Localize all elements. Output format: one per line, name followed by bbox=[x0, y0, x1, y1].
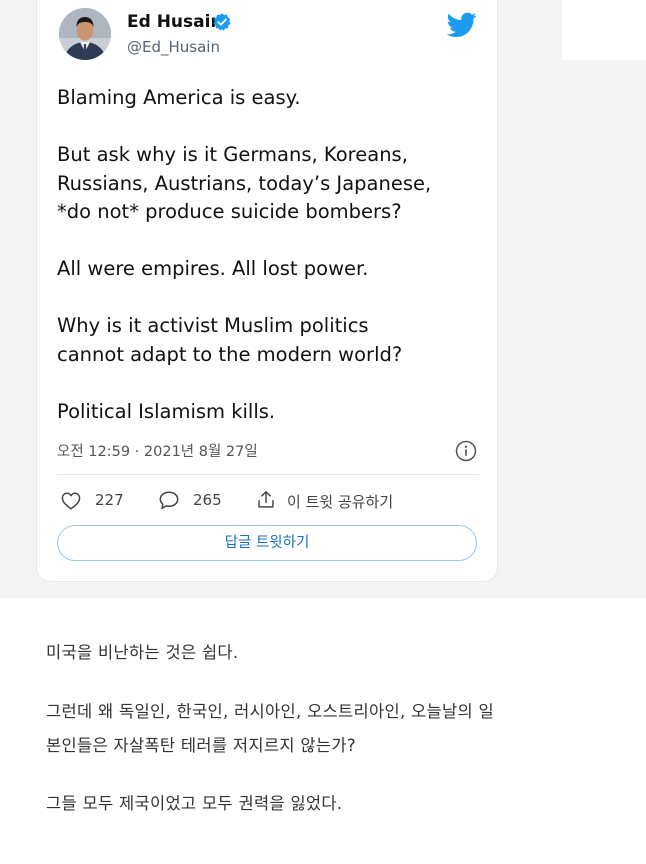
author-name[interactable]: Ed Husain bbox=[127, 12, 223, 32]
verified-badge-icon bbox=[213, 13, 231, 31]
twitter-bird-icon[interactable] bbox=[447, 12, 477, 38]
tweet-text-line: Why is it activist Muslim politics bbox=[57, 314, 369, 337]
translation-line: 그런데 왜 독일인, 한국인, 러시아인, 오스트리아인, 오늘날의 일 bbox=[46, 702, 494, 721]
tweet-text-line: Political Islamism kills. bbox=[57, 400, 276, 423]
like-count: 227 bbox=[95, 491, 124, 509]
background-patch bbox=[562, 0, 646, 60]
tweet-text-line: Russians, Austrians, today’s Japanese, bbox=[57, 171, 432, 195]
tweet-text-line: All were empires. All lost power. bbox=[57, 257, 369, 280]
avatar-photo bbox=[59, 8, 111, 60]
tweet-card: Ed Husain @Ed_Husain Blaming America is … bbox=[36, 0, 498, 582]
author-handle[interactable]: @Ed_Husain bbox=[127, 38, 220, 56]
tweet-text-line: cannot adapt to the modern world? bbox=[57, 342, 403, 366]
info-icon[interactable] bbox=[455, 440, 477, 462]
translation-line: 그들 모두 제국이었고 모두 권력을 잃었다. bbox=[46, 794, 343, 813]
reply-tweet-button[interactable]: 답글 트윗하기 bbox=[57, 525, 477, 561]
avatar[interactable] bbox=[59, 8, 111, 60]
tweet-text-line: *do not* produce suicide bombers? bbox=[57, 200, 402, 223]
translation-line: 본인들은 자살폭탄 테러를 저지르지 않는가? bbox=[46, 736, 356, 755]
share-icon bbox=[258, 490, 274, 508]
reply-count: 265 bbox=[193, 491, 222, 509]
translation-line: 미국을 비난하는 것은 쉽다. bbox=[46, 643, 239, 662]
share-label: 이 트윗 공유하기 bbox=[287, 493, 394, 511]
tweet-timestamp[interactable]: 오전 12:59 · 2021년 8월 27일 bbox=[57, 440, 258, 461]
tweet-text-line: Blaming America is easy. bbox=[57, 86, 301, 109]
divider bbox=[57, 474, 479, 475]
tweet-text-line: But ask why is it Germans, Koreans, bbox=[57, 143, 408, 166]
heart-icon bbox=[61, 492, 81, 510]
comment-icon bbox=[159, 491, 179, 510]
